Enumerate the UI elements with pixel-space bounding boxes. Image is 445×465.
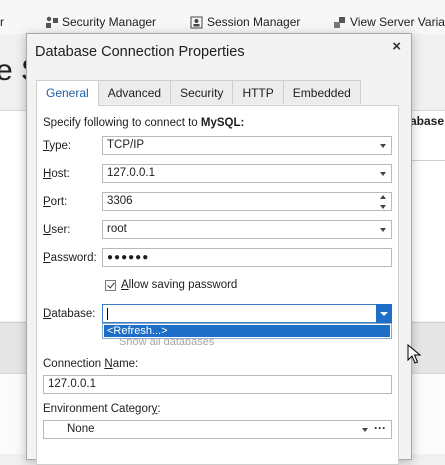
session-manager-icon [190, 16, 203, 29]
server-variables-icon [333, 16, 346, 29]
connection-name-input[interactable]: 127.0.0.1 [43, 375, 392, 394]
security-manager-button[interactable]: Security Manager [45, 14, 156, 30]
host-label: Host: [43, 168, 70, 180]
text-caret [107, 308, 108, 320]
spin-arrows-icon[interactable] [380, 195, 388, 209]
port-stepper[interactable]: 3306 [102, 192, 392, 211]
database-dropdown-list: <Refresh...> [102, 323, 392, 339]
chevron-down-icon[interactable] [380, 172, 386, 176]
tab-security[interactable]: Security [170, 80, 234, 104]
background-column-header: abase [410, 114, 445, 128]
database-label: Database: [43, 308, 96, 320]
checkbox-checked-icon[interactable] [105, 279, 116, 291]
type-select[interactable]: TCP/IP [102, 136, 392, 155]
dialog-title: Database Connection Properties [35, 44, 245, 60]
session-manager-button[interactable]: Session Manager [190, 14, 300, 30]
intro-text: Specify following to connect to MySQL: [43, 117, 245, 129]
tab-advanced[interactable]: Advanced [97, 80, 172, 104]
toolbar-item-partial[interactable]: r [0, 14, 4, 30]
database-combo[interactable] [102, 304, 392, 323]
toolbar-item-partial-label: r [0, 15, 4, 29]
chevron-down-icon[interactable] [380, 228, 386, 232]
connection-properties-dialog: Database Connection Properties × General… [26, 33, 421, 465]
database-dropdown-button[interactable] [376, 304, 392, 323]
chevron-down-icon[interactable] [380, 144, 386, 148]
main-toolbar: r Security Manager Session Manager View … [0, 0, 445, 34]
tab-general[interactable]: General [36, 80, 99, 106]
mouse-cursor-icon [407, 344, 421, 364]
tab-bar: General Advanced Security HTTP Embedded [36, 80, 361, 106]
allow-saving-password-label: Allow saving password [121, 279, 238, 291]
environment-category-select[interactable]: None ··· [43, 420, 392, 439]
chevron-down-icon [380, 312, 388, 316]
environment-category-label: Environment Category: [43, 403, 161, 415]
view-server-variables-label: View Server Variable [350, 15, 445, 29]
user-combo[interactable]: root [102, 220, 392, 239]
tab-embedded[interactable]: Embedded [282, 80, 361, 104]
user-label: User: [43, 224, 71, 236]
password-field[interactable]: ●●●●●● [102, 248, 392, 267]
more-options-button[interactable]: ··· [374, 420, 386, 437]
host-combo[interactable]: 127.0.0.1 [102, 164, 392, 183]
security-manager-label: Security Manager [62, 15, 157, 29]
view-server-variables-button[interactable]: View Server Variable [333, 14, 445, 30]
connection-name-label: Connection Name: [43, 358, 139, 370]
security-manager-icon [45, 16, 58, 29]
allow-saving-password-checkbox[interactable]: Allow saving password [105, 279, 237, 291]
chevron-down-icon[interactable] [362, 428, 368, 432]
type-label: Type: [43, 140, 72, 152]
dropdown-option-refresh[interactable]: <Refresh...> [104, 325, 390, 337]
tab-http[interactable]: HTTP [232, 80, 284, 104]
port-label: Port: [43, 196, 68, 208]
password-label: Password: [43, 252, 97, 264]
session-manager-label: Session Manager [207, 15, 301, 29]
close-icon[interactable]: × [392, 38, 401, 55]
